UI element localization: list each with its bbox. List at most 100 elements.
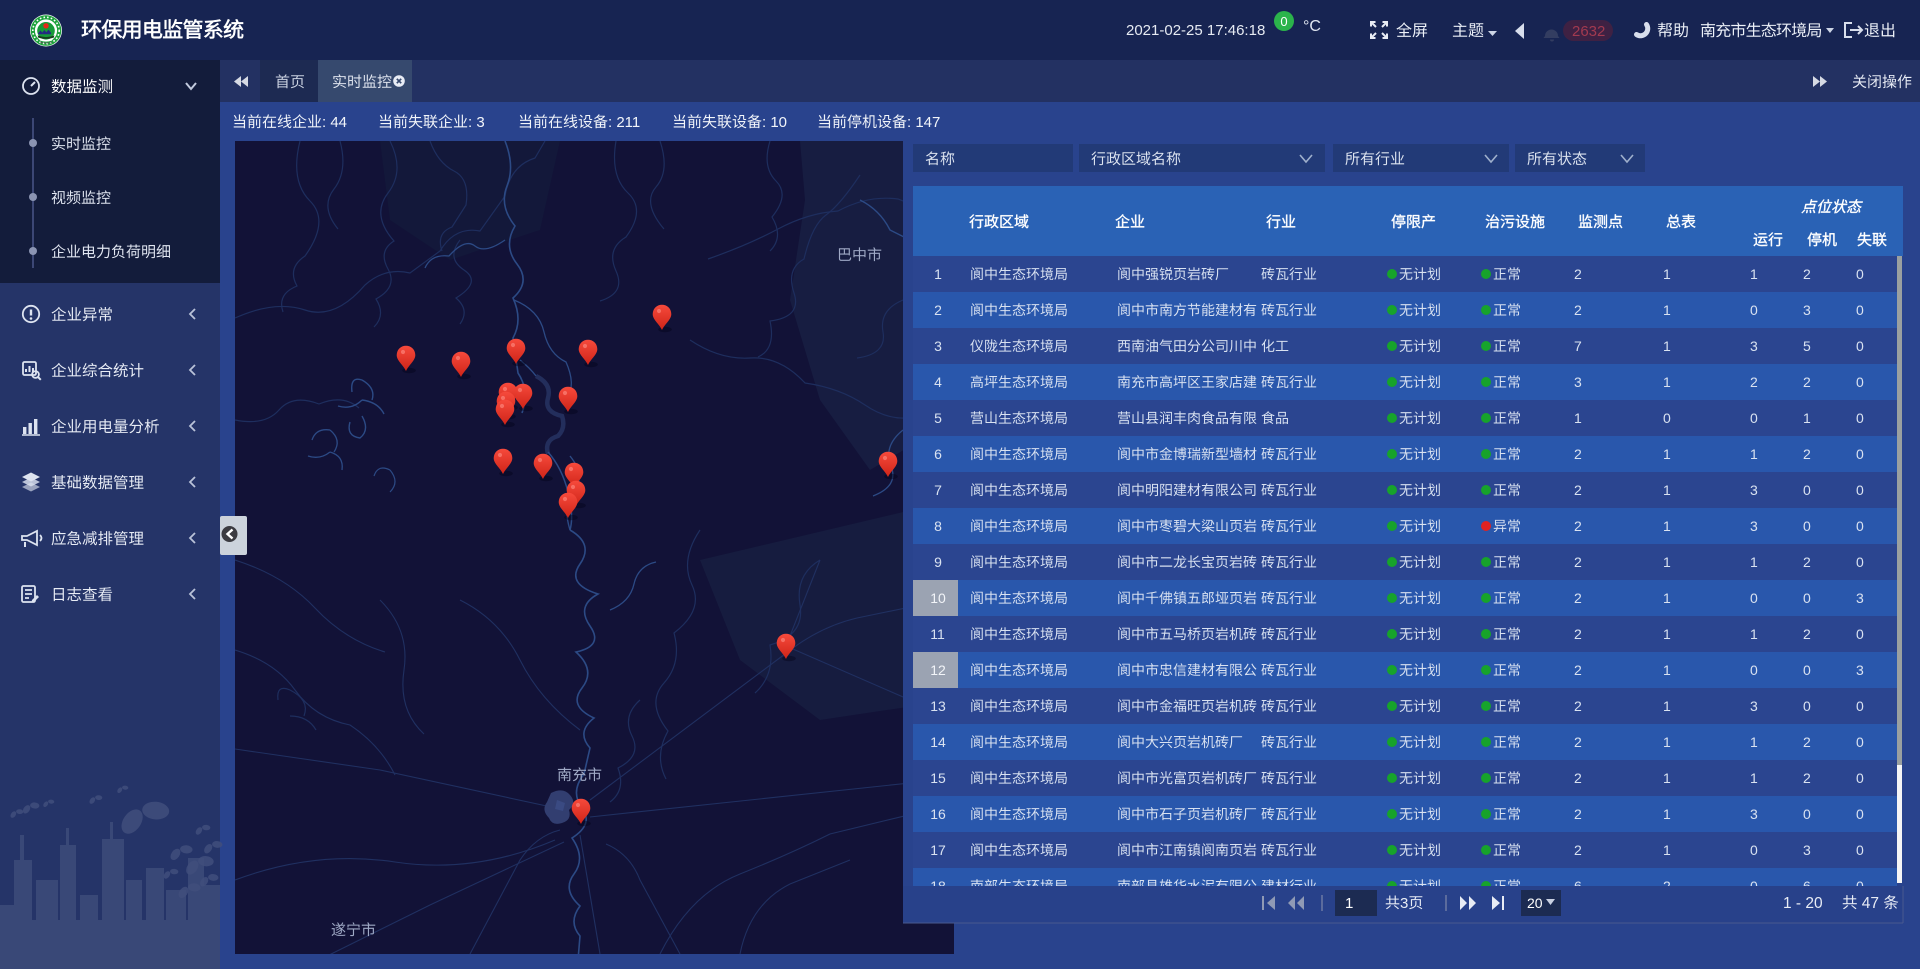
svg-text:0: 0 xyxy=(1856,374,1864,390)
svg-text:3: 3 xyxy=(1750,806,1758,822)
svg-text:1: 1 xyxy=(1750,770,1758,786)
svg-text:0: 0 xyxy=(1856,806,1864,822)
svg-text:3: 3 xyxy=(1856,590,1864,606)
svg-text:0: 0 xyxy=(1856,842,1864,858)
svg-text:17: 17 xyxy=(930,842,946,858)
svg-text:1: 1 xyxy=(1574,410,1582,426)
svg-text:1: 1 xyxy=(1750,446,1758,462)
svg-text:0: 0 xyxy=(1856,626,1864,642)
svg-text:5: 5 xyxy=(934,410,942,426)
svg-text:1: 1 xyxy=(1663,842,1671,858)
svg-text:0: 0 xyxy=(1280,14,1287,29)
svg-text:0: 0 xyxy=(1803,662,1811,678)
svg-text:1: 1 xyxy=(1663,590,1671,606)
svg-text:0: 0 xyxy=(1750,302,1758,318)
svg-text:2: 2 xyxy=(1803,446,1811,462)
svg-text:1 - 20: 1 - 20 xyxy=(1783,895,1823,912)
svg-text:1: 1 xyxy=(1750,554,1758,570)
svg-text:0: 0 xyxy=(1803,590,1811,606)
svg-text:2021-02-25 17:46:18: 2021-02-25 17:46:18 xyxy=(1126,22,1265,39)
svg-text:2: 2 xyxy=(1574,770,1582,786)
svg-text:5: 5 xyxy=(1803,338,1811,354)
svg-text:0: 0 xyxy=(1856,302,1864,318)
svg-text:2: 2 xyxy=(1574,446,1582,462)
svg-text:: 44: : 44 xyxy=(322,114,347,131)
svg-text:16: 16 xyxy=(930,806,946,822)
svg-text:3: 3 xyxy=(1750,698,1758,714)
svg-text:0: 0 xyxy=(1803,482,1811,498)
svg-text:1: 1 xyxy=(1663,662,1671,678)
svg-text:2: 2 xyxy=(1803,770,1811,786)
svg-text:2: 2 xyxy=(1574,734,1582,750)
svg-text:0: 0 xyxy=(1856,518,1864,534)
svg-text:2: 2 xyxy=(1803,374,1811,390)
svg-text:2: 2 xyxy=(1574,482,1582,498)
svg-text:: 10: : 10 xyxy=(762,114,787,131)
svg-text:0: 0 xyxy=(1856,770,1864,786)
svg-text:6: 6 xyxy=(934,446,942,462)
svg-text:1: 1 xyxy=(1663,626,1671,642)
svg-text:2: 2 xyxy=(1574,266,1582,282)
svg-text:2: 2 xyxy=(1803,266,1811,282)
svg-text:7: 7 xyxy=(1574,338,1582,354)
svg-text:2: 2 xyxy=(1574,842,1582,858)
svg-text:0: 0 xyxy=(1750,410,1758,426)
svg-text:1: 1 xyxy=(1663,518,1671,534)
svg-text:2: 2 xyxy=(1574,662,1582,678)
svg-text:2: 2 xyxy=(1574,518,1582,534)
svg-text:14: 14 xyxy=(930,734,946,750)
svg-text:0: 0 xyxy=(1856,734,1864,750)
svg-text:1: 1 xyxy=(1663,446,1671,462)
svg-text:2: 2 xyxy=(1574,626,1582,642)
svg-text:1: 1 xyxy=(1663,734,1671,750)
svg-text:15: 15 xyxy=(930,770,946,786)
svg-text:0: 0 xyxy=(1803,518,1811,534)
svg-text:4: 4 xyxy=(934,374,942,390)
svg-text:1: 1 xyxy=(1750,734,1758,750)
svg-text:3: 3 xyxy=(1574,374,1582,390)
svg-text:0: 0 xyxy=(1856,554,1864,570)
svg-text:°C: °C xyxy=(1303,18,1321,35)
svg-text:3: 3 xyxy=(1750,518,1758,534)
svg-text:1: 1 xyxy=(1663,374,1671,390)
svg-text:: 147: : 147 xyxy=(907,114,940,131)
svg-text:0: 0 xyxy=(1856,410,1864,426)
svg-text:2: 2 xyxy=(1574,554,1582,570)
svg-text:0: 0 xyxy=(1856,698,1864,714)
svg-text:2: 2 xyxy=(1574,698,1582,714)
svg-text:0: 0 xyxy=(1856,266,1864,282)
svg-text:1: 1 xyxy=(1663,338,1671,354)
svg-text:7: 7 xyxy=(934,482,942,498)
svg-text:2: 2 xyxy=(1574,806,1582,822)
svg-text:0: 0 xyxy=(1856,446,1864,462)
svg-text:8: 8 xyxy=(934,518,942,534)
svg-text:1: 1 xyxy=(1750,266,1758,282)
svg-text:0: 0 xyxy=(1750,590,1758,606)
svg-text:1: 1 xyxy=(1663,302,1671,318)
svg-text:3: 3 xyxy=(1856,662,1864,678)
svg-text:3: 3 xyxy=(934,338,942,354)
svg-text:1: 1 xyxy=(1750,626,1758,642)
svg-text:9: 9 xyxy=(934,554,942,570)
svg-text:0: 0 xyxy=(1856,482,1864,498)
svg-text:1: 1 xyxy=(1663,482,1671,498)
svg-text:3: 3 xyxy=(1750,482,1758,498)
svg-text:: 3: : 3 xyxy=(468,114,485,131)
svg-text:1: 1 xyxy=(1345,895,1353,912)
svg-text:1: 1 xyxy=(1663,698,1671,714)
svg-text:10: 10 xyxy=(930,590,946,606)
svg-text:0: 0 xyxy=(1750,662,1758,678)
svg-text:1: 1 xyxy=(1663,554,1671,570)
svg-text:3: 3 xyxy=(1803,302,1811,318)
svg-text:0: 0 xyxy=(1803,698,1811,714)
svg-text:2: 2 xyxy=(1803,554,1811,570)
svg-text:47: 47 xyxy=(1858,895,1884,912)
svg-text:11: 11 xyxy=(930,626,945,642)
svg-text:2: 2 xyxy=(1750,374,1758,390)
svg-text:3: 3 xyxy=(1803,842,1811,858)
svg-text:2: 2 xyxy=(1574,590,1582,606)
svg-text:1: 1 xyxy=(1663,806,1671,822)
svg-text:20: 20 xyxy=(1527,895,1543,911)
svg-text:0: 0 xyxy=(1856,338,1864,354)
svg-text:: 211: : 211 xyxy=(608,114,640,131)
